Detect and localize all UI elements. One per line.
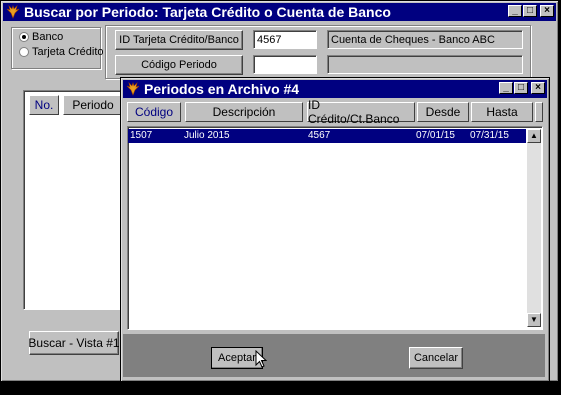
cancelar-button[interactable]: Cancelar <box>409 347 463 369</box>
dialog-title-bar[interactable]: Periodos en Archivo #4 _ □ × <box>123 80 547 98</box>
phoenix-bird-icon <box>126 82 140 96</box>
radio-banco-label: Banco <box>32 31 64 43</box>
periodos-list[interactable]: 1507 Julio 2015 4567 07/01/15 07/31/15 ▲… <box>127 126 543 330</box>
window-title: Buscar por Periodo: Tarjeta Crédito o Cu… <box>24 4 391 20</box>
column-extra <box>535 102 543 122</box>
scroll-up-icon[interactable]: ▲ <box>527 129 541 143</box>
radio-tarjeta[interactable]: Tarjeta Crédito <box>19 46 104 58</box>
maximize-icon[interactable]: □ <box>523 5 537 17</box>
phoenix-bird-icon <box>6 5 20 19</box>
column-hasta[interactable]: Hasta <box>471 102 533 122</box>
minimize-icon[interactable]: _ <box>508 5 522 17</box>
dialog-button-panel <box>123 334 545 377</box>
cell-id: 4567 <box>308 130 331 141</box>
column-descripcion[interactable]: Descripción <box>185 102 303 122</box>
radio-selected-icon <box>19 32 29 42</box>
mouse-pointer-icon <box>255 350 267 368</box>
periodos-dialog: Periodos en Archivo #4 _ □ × Código Desc… <box>120 77 550 382</box>
vertical-scrollbar[interactable]: ▲ ▼ <box>527 129 541 327</box>
table-row[interactable]: 1507 Julio 2015 4567 07/01/15 07/31/15 <box>128 129 526 143</box>
cell-hasta: 07/31/15 <box>470 130 509 141</box>
account-description-field: Cuenta de Cheques - Banco ABC <box>327 30 523 49</box>
maximize-icon[interactable]: □ <box>514 82 528 94</box>
column-no[interactable]: No. <box>29 95 59 115</box>
results-list[interactable] <box>23 90 123 310</box>
id-input[interactable]: 4567 <box>253 30 317 49</box>
close-icon[interactable]: × <box>540 5 554 17</box>
cell-codigo: 1507 <box>130 130 153 141</box>
radio-banco[interactable]: Banco <box>19 31 63 43</box>
cell-descripcion: Julio 2015 <box>184 130 230 141</box>
column-periodo[interactable]: Periodo <box>63 95 123 115</box>
minimize-icon[interactable]: _ <box>499 82 513 94</box>
id-tarjeta-banco-button[interactable]: ID Tarjeta Crédito/Banco <box>115 30 243 50</box>
radio-unselected-icon <box>19 47 29 57</box>
dialog-title: Periodos en Archivo #4 <box>144 81 300 97</box>
scroll-down-icon[interactable]: ▼ <box>527 313 541 327</box>
column-codigo[interactable]: Código <box>127 102 181 122</box>
column-id-credito[interactable]: ID Crédito/Ct.Banco <box>307 98 415 126</box>
cell-desde: 07/01/15 <box>416 130 455 141</box>
buscar-vista-button[interactable]: Buscar - Vista #1 <box>28 331 120 355</box>
radio-tarjeta-label: Tarjeta Crédito <box>32 46 104 58</box>
column-desde[interactable]: Desde <box>417 102 469 122</box>
periodo-description-field <box>327 55 523 74</box>
dialog-header-row: Código Descripción ID Crédito/Ct.Banco D… <box>127 98 543 126</box>
close-icon[interactable]: × <box>531 82 545 94</box>
main-title-bar[interactable]: Buscar por Periodo: Tarjeta Crédito o Cu… <box>3 3 556 21</box>
codigo-periodo-input[interactable] <box>253 55 317 74</box>
codigo-periodo-button[interactable]: Código Periodo <box>115 55 243 75</box>
